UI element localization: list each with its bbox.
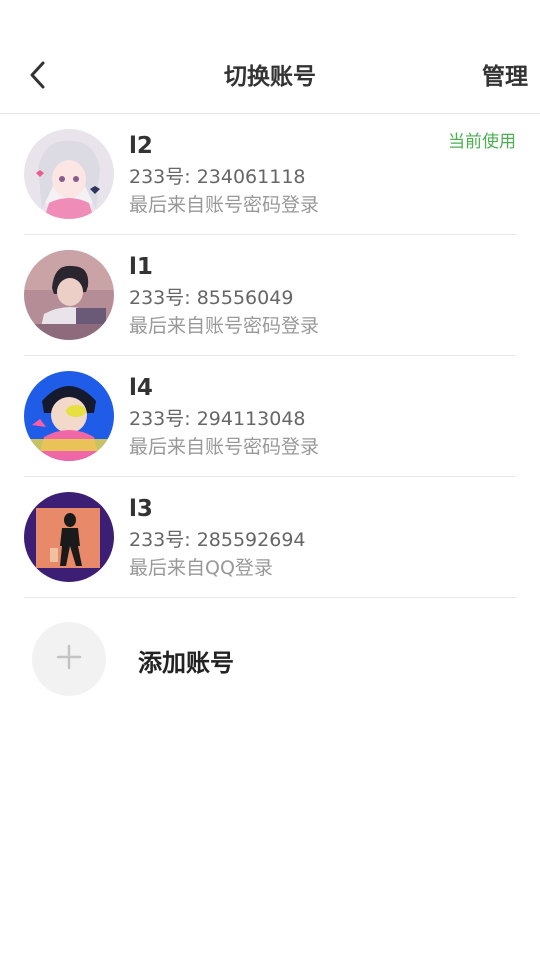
account-name: l2 — [129, 133, 153, 159]
account-id: 233号: 85556049 — [129, 287, 294, 309]
avatar — [24, 129, 114, 219]
account-id: 233号: 285592694 — [129, 529, 306, 551]
current-account-tag: 当前使用 — [448, 132, 516, 152]
add-account-button[interactable]: 添加账号 — [32, 620, 332, 696]
account-id: 233号: 234061118 — [129, 166, 306, 188]
header-bar: 切换账号 管理 — [0, 0, 540, 114]
account-login-method: 最后来自账号密码登录 — [129, 194, 320, 216]
account-name: l3 — [129, 496, 153, 522]
account-name: l1 — [129, 254, 153, 280]
avatar — [24, 371, 114, 461]
plus-icon — [55, 643, 83, 675]
account-item-l2[interactable]: l2 233号: 234061118 最后来自账号密码登录 当前使用 — [24, 114, 516, 235]
account-item-l4[interactable]: l4 233号: 294113048 最后来自账号密码登录 — [24, 356, 516, 477]
account-login-method: 最后来自账号密码登录 — [129, 315, 320, 337]
account-login-method: 最后来自QQ登录 — [129, 557, 273, 579]
account-list: l2 233号: 234061118 最后来自账号密码登录 当前使用 l1 23… — [24, 114, 516, 598]
add-account-label: 添加账号 — [138, 649, 234, 677]
account-login-method: 最后来自账号密码登录 — [129, 436, 320, 458]
account-name: l4 — [129, 375, 153, 401]
account-id: 233号: 294113048 — [129, 408, 306, 430]
account-item-l3[interactable]: l3 233号: 285592694 最后来自QQ登录 — [24, 477, 516, 598]
avatar — [24, 250, 114, 340]
manage-button[interactable]: 管理 — [482, 60, 528, 94]
account-item-l1[interactable]: l1 233号: 85556049 最后来自账号密码登录 — [24, 235, 516, 356]
avatar — [24, 492, 114, 582]
add-account-circle — [32, 622, 106, 696]
page-title: 切换账号 — [224, 64, 316, 90]
